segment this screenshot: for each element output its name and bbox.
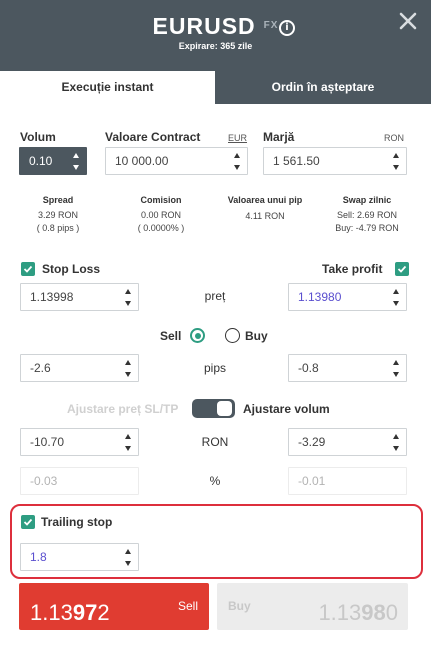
buy-radio-label: Buy xyxy=(245,329,268,343)
volume-input[interactable]: 0.10 xyxy=(19,147,87,175)
take-profit-price: 1.13980 xyxy=(298,290,342,304)
spread-pips: ( 0.8 pips ) xyxy=(36,223,80,233)
take-profit-percent: -0.01 xyxy=(298,474,326,488)
pip-value-title: Valoarea unui pip xyxy=(227,195,303,205)
take-profit-label: Take profit xyxy=(322,262,383,276)
stop-loss-price-stepper[interactable] xyxy=(124,288,133,307)
trailing-stop-value: 1.8 xyxy=(30,550,47,564)
adjust-price-label: Ajustare preț SL/TP xyxy=(67,402,179,416)
expiry-text: Expirare: 365 zile xyxy=(178,41,253,51)
buy-button-label: Buy xyxy=(228,599,251,613)
stop-loss-amount: -10.70 xyxy=(30,435,65,449)
symbol-tag: FX xyxy=(263,20,279,31)
commission-title: Comision xyxy=(140,195,182,205)
stop-loss-price: 1.13998 xyxy=(30,290,74,304)
margin-unit: RON xyxy=(384,133,404,143)
take-profit-pips-stepper[interactable] xyxy=(392,359,401,378)
sell-button[interactable]: 1.13972 Sell xyxy=(19,583,209,630)
percent-label: % xyxy=(209,474,221,488)
check-icon xyxy=(23,265,33,273)
margin-label: Marjă xyxy=(263,130,295,144)
swap-buy: Buy: -4.79 RON xyxy=(335,223,399,233)
stop-loss-pips: -2.6 xyxy=(30,361,51,375)
contract-input[interactable]: 10 000.00 xyxy=(105,147,248,175)
trailing-stop-label: Trailing stop xyxy=(41,515,113,529)
pip-value-stat: Valoarea unui pip 4.11 RON xyxy=(210,194,320,223)
sell-price: 1.13972 xyxy=(30,600,110,625)
stop-loss-pips-input[interactable]: -2.6 xyxy=(20,354,139,382)
close-icon[interactable] xyxy=(396,9,420,33)
commission-stat: Comision 0.00 RON ( 0.0000% ) xyxy=(116,194,206,235)
trailing-stop-input[interactable]: 1.8 xyxy=(20,543,139,571)
stop-loss-amount-input[interactable]: -10.70 xyxy=(20,428,139,456)
take-profit-price-stepper[interactable] xyxy=(392,288,401,307)
check-icon xyxy=(397,265,407,273)
trailing-stop-checkbox[interactable] xyxy=(21,515,35,529)
sell-radio[interactable] xyxy=(190,328,205,343)
contract-stepper[interactable] xyxy=(233,152,242,171)
stop-loss-checkbox[interactable] xyxy=(21,262,35,276)
take-profit-amount: -3.29 xyxy=(298,435,326,449)
volume-stepper[interactable] xyxy=(72,152,81,171)
sell-button-label: Sell xyxy=(177,599,198,613)
swap-title: Swap zilnic xyxy=(342,195,392,205)
contract-label: Valoare Contract xyxy=(105,130,201,144)
tab-instant-execution[interactable]: Execuție instant xyxy=(0,71,215,104)
commission-value: 0.00 RON xyxy=(140,210,182,220)
margin-stepper[interactable] xyxy=(392,152,401,171)
contract-value: 10 000.00 xyxy=(115,154,169,168)
take-profit-pips-input[interactable]: -0.8 xyxy=(288,354,407,382)
swap-sell: Sell: 2.69 RON xyxy=(336,210,398,220)
take-profit-pips: -0.8 xyxy=(298,361,319,375)
buy-button[interactable]: Buy 1.13980 xyxy=(217,583,408,630)
take-profit-checkbox[interactable] xyxy=(395,262,409,276)
price-label: preț xyxy=(204,289,226,303)
spread-stat: Spread 3.29 RON ( 0.8 pips ) xyxy=(13,194,103,235)
tab-pending-order[interactable]: Ordin în așteptare xyxy=(215,71,431,104)
check-icon xyxy=(23,518,33,526)
buy-price: 1.13980 xyxy=(318,600,398,625)
stop-loss-price-input[interactable]: 1.13998 xyxy=(20,283,139,311)
spread-value: 3.29 RON xyxy=(37,210,79,220)
spread-title: Spread xyxy=(42,195,74,205)
take-profit-amount-input[interactable]: -3.29 xyxy=(288,428,407,456)
take-profit-amount-stepper[interactable] xyxy=(392,433,401,452)
volume-value: 0.10 xyxy=(29,154,53,168)
commission-percent: ( 0.0000% ) xyxy=(137,223,185,233)
stop-loss-label: Stop Loss xyxy=(42,262,101,276)
swap-stat: Swap zilnic Sell: 2.69 RON Buy: -4.79 RO… xyxy=(322,194,412,235)
sell-radio-label: Sell xyxy=(160,329,182,343)
volume-label: Volum xyxy=(20,130,56,144)
take-profit-percent-field: -0.01 xyxy=(288,467,407,495)
pips-label: pips xyxy=(203,361,226,375)
trailing-stop-stepper[interactable] xyxy=(124,548,133,567)
adjust-volume-label: Ajustare volum xyxy=(243,402,330,416)
margin-input[interactable]: 1 561.50 xyxy=(263,147,407,175)
info-icon[interactable]: i xyxy=(279,20,295,36)
currency-label: RON xyxy=(201,435,229,449)
contract-unit[interactable]: EUR xyxy=(228,133,247,143)
symbol-name: EURUSD xyxy=(152,13,256,39)
take-profit-price-input[interactable]: 1.13980 xyxy=(288,283,407,311)
symbol-title: EURUSD FX xyxy=(0,13,431,40)
stop-loss-pips-stepper[interactable] xyxy=(124,359,133,378)
adjust-toggle[interactable] xyxy=(192,399,235,418)
pip-value-amount: 4.11 RON xyxy=(245,211,285,221)
margin-value: 1 561.50 xyxy=(273,154,320,168)
stop-loss-percent-field: -0.03 xyxy=(20,467,139,495)
stop-loss-amount-stepper[interactable] xyxy=(124,433,133,452)
stop-loss-percent: -0.03 xyxy=(30,474,58,488)
buy-radio[interactable] xyxy=(225,328,240,343)
